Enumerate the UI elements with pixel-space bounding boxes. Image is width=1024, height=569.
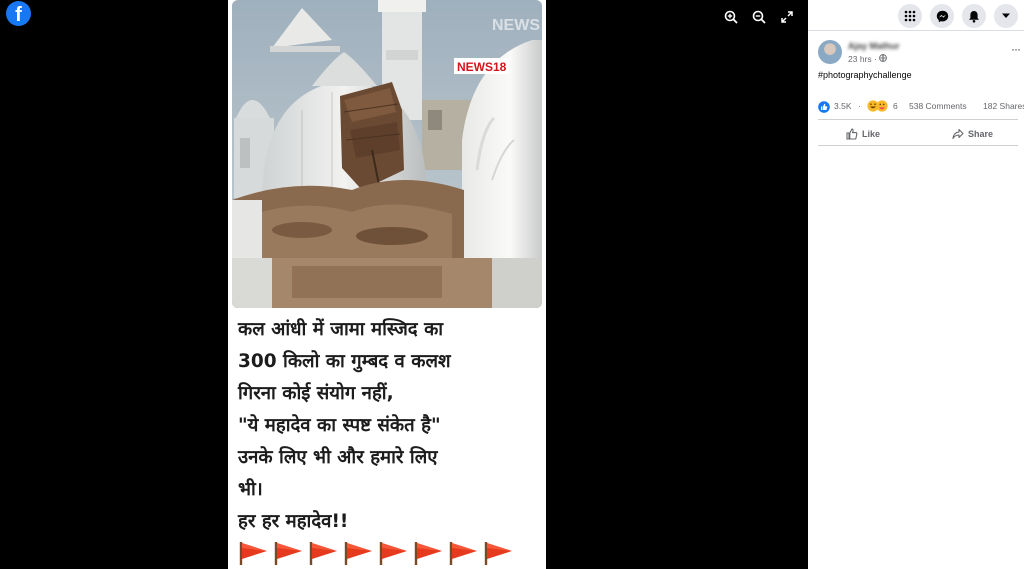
post-caption[interactable]: #photographychallenge xyxy=(818,70,912,80)
triangular-flag-icon xyxy=(483,540,514,566)
triangular-flag-icon xyxy=(238,540,269,566)
account-dropdown-icon[interactable] xyxy=(994,4,1018,28)
reactions-count[interactable]: 3.5K xyxy=(834,101,852,111)
share-button[interactable]: Share xyxy=(952,127,993,141)
triangular-flag-icon xyxy=(413,540,444,566)
share-arrow-icon xyxy=(952,128,964,140)
like-label: Like xyxy=(862,129,881,139)
like-reaction-icon[interactable] xyxy=(818,101,830,115)
triangular-flag-icon xyxy=(343,540,374,566)
zoom-in-icon[interactable] xyxy=(720,8,742,26)
triangular-flag-icon xyxy=(308,540,339,566)
top-navbar xyxy=(808,0,1024,30)
text-line: हर हर महादेव!! xyxy=(238,511,349,532)
post-timestamp[interactable]: 23 hrs · xyxy=(848,54,888,64)
zoom-out-icon[interactable] xyxy=(748,8,770,26)
text-line: उनके लिए भी और हमारे लिए xyxy=(238,447,438,468)
header-divider xyxy=(808,30,1024,31)
flag-emoji-row xyxy=(238,540,514,566)
facebook-logo[interactable]: f xyxy=(6,1,31,26)
actions-bottom-divider xyxy=(818,145,1018,146)
text-line: कल आंधी में जामा मस्जिद का xyxy=(238,319,444,340)
haha-care-reaction-icons[interactable] xyxy=(867,100,891,114)
time-text: 23 hrs · xyxy=(848,54,880,64)
other-reactions-count[interactable]: 6 xyxy=(893,101,898,111)
triangular-flag-icon xyxy=(378,540,409,566)
post-sidebar: Ajay Mathur 23 hrs · ··· #photographycha… xyxy=(808,0,1024,569)
globe-icon xyxy=(879,54,888,64)
stats-separator: · xyxy=(858,101,861,111)
text-line: "ये महादेव का स्पष्ट संकेत है" xyxy=(238,415,441,436)
triangular-flag-icon xyxy=(273,540,304,566)
text-line: गिरना कोई संयोग नहीं, xyxy=(238,383,394,404)
menu-grid-icon[interactable] xyxy=(898,4,922,28)
photo-hindi-text: कल आंधी में जामा मस्जिद का 300 किलो का ग… xyxy=(238,314,538,538)
text-line: भी। xyxy=(238,479,263,500)
comments-count[interactable]: 538 Comments xyxy=(909,101,967,111)
text-line: 300 किलो का गुम्बद व कलश xyxy=(238,351,451,372)
news18-logo: NEWS18 xyxy=(457,60,507,74)
messenger-icon[interactable] xyxy=(930,4,954,28)
actions-top-divider xyxy=(818,119,1018,120)
post-options-button[interactable]: ··· xyxy=(1011,42,1021,56)
fullscreen-icon[interactable] xyxy=(776,8,798,26)
shares-count[interactable]: 182 Shares xyxy=(983,101,1024,111)
thumbs-up-icon xyxy=(846,128,858,140)
news-watermark: NEWS xyxy=(492,17,540,34)
post-photo[interactable]: NEWS NEWS18 कल आंधी में जामा मस्जिद का 3… xyxy=(228,0,546,569)
photo-viewer: f NEWS NEWS18 कल आंधी में जामा मस्जिद का… xyxy=(0,0,808,569)
notifications-icon[interactable] xyxy=(962,4,986,28)
author-name[interactable]: Ajay Mathur xyxy=(848,41,900,51)
collapsed-dome-news-image: NEWS NEWS18 xyxy=(232,0,542,308)
triangular-flag-icon xyxy=(448,540,479,566)
avatar[interactable] xyxy=(818,40,842,64)
share-label: Share xyxy=(968,129,994,139)
viewer-toolbar xyxy=(720,8,798,26)
engagement-stats: 3.5K · 6 538 Comments 182 Shares xyxy=(818,100,1024,115)
like-button[interactable]: Like xyxy=(846,127,880,141)
post-header: Ajay Mathur 23 hrs · ··· xyxy=(818,40,1021,70)
